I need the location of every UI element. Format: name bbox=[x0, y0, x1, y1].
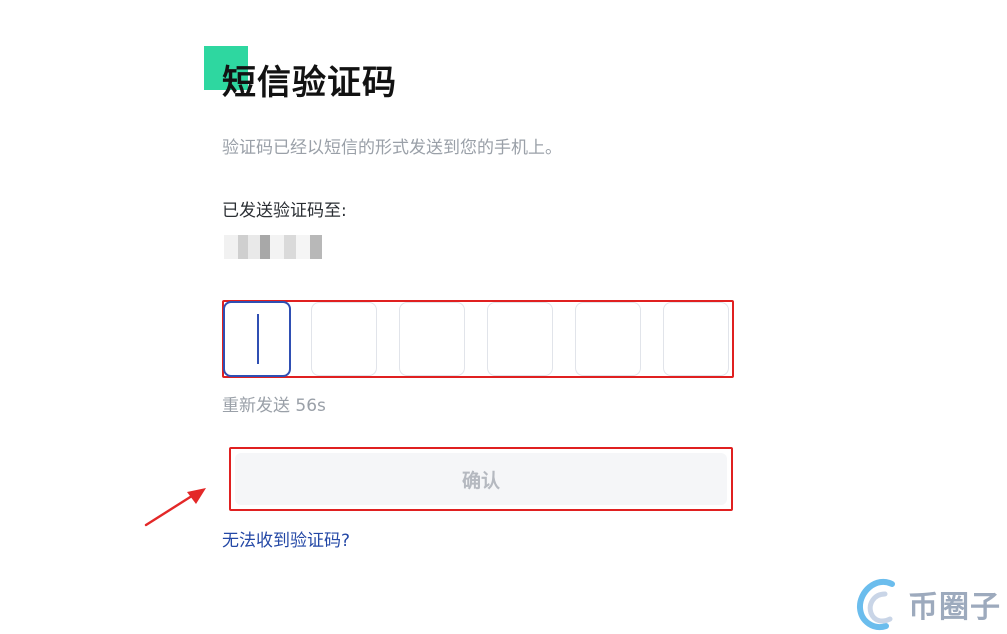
masked-phone-number bbox=[224, 235, 322, 259]
resend-countdown: 重新发送 56s bbox=[222, 396, 326, 416]
sent-to-label: 已发送验证码至: bbox=[222, 201, 347, 221]
page-title: 短信验证码 bbox=[222, 63, 397, 103]
code-digit-input-6[interactable] bbox=[663, 302, 729, 376]
sms-verification-page: 短信验证码 验证码已经以短信的形式发送到您的手机上。 已发送验证码至: 重新发送… bbox=[0, 0, 1007, 634]
confirm-button-highlight: 确认 bbox=[229, 447, 733, 511]
watermark-text: 币圈子 bbox=[908, 590, 1001, 625]
code-digit-input-5[interactable] bbox=[575, 302, 641, 376]
site-watermark: 币圈子 bbox=[854, 574, 1004, 632]
cannot-receive-code-link[interactable]: 无法收到验证码? bbox=[222, 528, 350, 554]
confirm-button[interactable]: 确认 bbox=[235, 453, 727, 505]
text-caret bbox=[257, 314, 259, 364]
watermark-logo-icon bbox=[857, 579, 895, 630]
code-digit-input-4[interactable] bbox=[487, 302, 553, 376]
code-digit-input-2[interactable] bbox=[311, 302, 377, 376]
verification-subtitle: 验证码已经以短信的形式发送到您的手机上。 bbox=[222, 138, 562, 158]
annotation-arrow-icon bbox=[144, 488, 206, 527]
verification-code-input-group bbox=[222, 300, 734, 378]
code-digit-input-3[interactable] bbox=[399, 302, 465, 376]
